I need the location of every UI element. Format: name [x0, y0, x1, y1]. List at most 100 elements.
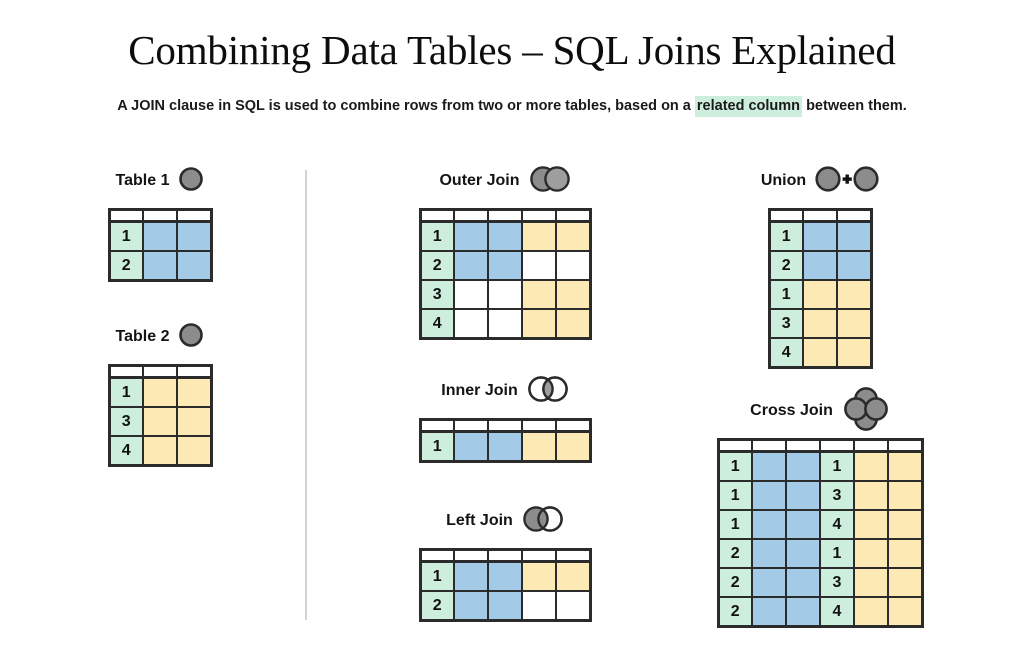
table-row: 1 — [768, 279, 872, 310]
inner-join-label: Inner Join — [441, 382, 518, 399]
single-circle-icon — [178, 322, 204, 353]
table-cell — [555, 220, 591, 252]
table-header-cell — [487, 548, 523, 563]
table-header-cell — [717, 438, 753, 453]
table-header-cell — [521, 548, 557, 563]
table-header-cell — [419, 548, 455, 563]
table-cell — [887, 509, 923, 540]
table1-table-wrap: 12 — [60, 208, 260, 282]
table-cell — [487, 279, 523, 310]
single-circle-icon — [178, 166, 204, 197]
table-cell — [802, 337, 838, 369]
table-cell — [836, 250, 872, 281]
table-row: 14 — [717, 509, 923, 540]
table-cell-key: 1 — [419, 560, 455, 592]
table-cell — [176, 250, 212, 282]
subtitle-text-after: between them. — [802, 98, 907, 114]
table-cell — [176, 220, 212, 252]
table-cell-key: 1 — [768, 220, 804, 252]
table-cell-key: 4 — [768, 337, 804, 369]
union-grid: 12134 — [767, 208, 873, 369]
table-header-cell — [785, 438, 821, 453]
quatrefoil-circles-icon — [842, 385, 890, 438]
table-header-cell — [176, 364, 212, 379]
table-cell — [555, 279, 591, 310]
table-cell-key: 3 — [419, 279, 455, 310]
table-cell — [487, 590, 523, 622]
table-cell — [176, 435, 212, 467]
table-cell-key: 1 — [768, 279, 804, 310]
table-cell — [521, 308, 557, 340]
table2-table-wrap: 134 — [60, 364, 260, 467]
table-cell — [785, 480, 821, 511]
table-row: 1 — [419, 220, 591, 252]
table-cell — [836, 308, 872, 339]
block-union: Union 12134 — [700, 165, 940, 369]
table-row: 1 — [419, 560, 591, 592]
table-cell — [751, 480, 787, 511]
table-cell — [142, 250, 178, 282]
table-cell — [453, 279, 489, 310]
table-header-cell — [521, 208, 557, 223]
table-cell — [853, 538, 889, 569]
table-header-cell — [176, 208, 212, 223]
table-cell — [785, 450, 821, 482]
table-cell-key: 1 — [108, 376, 144, 408]
table-cell — [785, 538, 821, 569]
table-header-cell — [555, 418, 591, 433]
block-cross-join: Cross Join 111314212324 — [700, 386, 940, 628]
table-cell — [453, 590, 489, 622]
table-cell-key: 1 — [819, 450, 855, 482]
table-row: 11 — [717, 450, 923, 482]
table-header-cell — [768, 208, 804, 223]
table-cell-key: 1 — [108, 220, 144, 252]
cross-join-label: Cross Join — [750, 402, 833, 419]
table-cell — [142, 435, 178, 467]
union-table-wrap: 12134 — [700, 208, 940, 369]
table-cell — [836, 220, 872, 252]
table-header-cell — [853, 438, 889, 453]
inner-join-heading: Inner Join — [385, 375, 625, 406]
table-cell — [142, 220, 178, 252]
subtitle-text-before: A JOIN clause in SQL is used to combine … — [117, 98, 695, 114]
table-cell — [555, 430, 591, 463]
table-cell — [836, 279, 872, 310]
table-cell-key: 1 — [419, 220, 455, 252]
outer-join-label: Outer Join — [439, 172, 520, 189]
table-cell-key: 3 — [108, 406, 144, 437]
table-row: 21 — [717, 538, 923, 569]
table-header-cell — [453, 548, 489, 563]
table-row: 24 — [717, 596, 923, 628]
block-outer-join: Outer Join 1234 — [385, 165, 625, 340]
table-header-cell — [487, 418, 523, 433]
table-header-cell — [819, 438, 855, 453]
table-header-cell — [142, 364, 178, 379]
table-row: 4 — [419, 308, 591, 340]
table-header-row — [419, 548, 591, 563]
table2-grid: 134 — [107, 364, 213, 467]
table-header-cell — [802, 208, 838, 223]
table-cell — [555, 560, 591, 592]
table-cell — [751, 450, 787, 482]
table-cell-key: 2 — [717, 567, 753, 598]
table-cell — [142, 406, 178, 437]
inner-join-grid: 1 — [418, 418, 592, 463]
table1-heading: Table 1 — [60, 166, 260, 196]
table-cell — [453, 250, 489, 281]
table-cell-key: 3 — [819, 480, 855, 511]
table-header-row — [419, 208, 591, 223]
table-cell — [176, 406, 212, 437]
table2-label: Table 2 — [115, 328, 170, 345]
table-cell — [887, 596, 923, 628]
table-cell — [853, 509, 889, 540]
table-cell — [887, 480, 923, 511]
table-cell — [142, 376, 178, 408]
table-cell-key: 2 — [717, 596, 753, 628]
venn-left-join-icon — [522, 505, 564, 538]
table-cell — [453, 308, 489, 340]
left-join-heading: Left Join — [385, 505, 625, 538]
table-header-cell — [453, 208, 489, 223]
inner-join-table-wrap: 1 — [385, 418, 625, 463]
cross-join-heading: Cross Join — [700, 386, 940, 431]
table-cell — [751, 596, 787, 628]
